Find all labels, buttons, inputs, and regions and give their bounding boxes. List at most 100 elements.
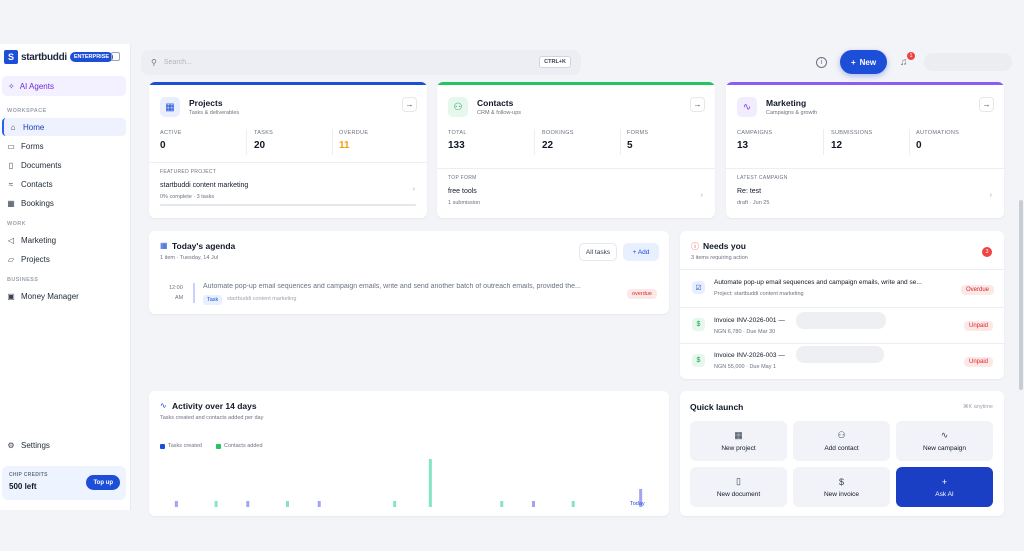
chevron-right-icon[interactable]: › <box>413 186 415 193</box>
today-label: Today <box>630 501 645 507</box>
stat-label: ACTIVE <box>160 130 182 136</box>
new-campaign-button[interactable]: ∿ New campaign <box>896 421 993 461</box>
contacts-icon: ≈ <box>8 179 14 189</box>
add-contact-button[interactable]: ⚇ Add contact <box>793 421 890 461</box>
stat-value: 5 <box>627 140 633 151</box>
sidebar-item-projects[interactable]: ▱ Projects <box>2 250 126 268</box>
quick-launch-label: New project <box>721 445 756 452</box>
stat-label: BOOKINGS <box>542 130 574 136</box>
search-bar[interactable]: ⚲ Search... CTRL+K <box>141 50 581 75</box>
arrow-right-icon[interactable]: → <box>979 97 994 112</box>
divider <box>437 168 715 169</box>
legend-contacts: Contacts added <box>224 443 263 449</box>
dollar-icon: $ <box>692 354 705 367</box>
legend-tasks: Tasks created <box>168 443 202 449</box>
legend-swatch-tasks <box>160 444 165 449</box>
divider <box>909 129 910 155</box>
redacted-client <box>796 312 886 329</box>
ask-ai-button[interactable]: + Ask AI <box>896 467 993 507</box>
quick-launch-card: Quick launch ⌘K anytime ▦ New project ⚇ … <box>680 391 1004 516</box>
stat-value: 0 <box>160 140 166 151</box>
sidebar-item-marketing[interactable]: ◁ Marketing <box>2 231 126 249</box>
logo[interactable]: S startbuddi ENTERPRISE <box>4 50 114 64</box>
latest-campaign-title[interactable]: Re: test <box>737 188 761 195</box>
card-title: Marketing <box>766 98 807 108</box>
calendar-icon: ▦ <box>7 198 15 208</box>
quick-launch-label: New document <box>716 491 761 498</box>
info-icon[interactable]: i <box>816 57 827 68</box>
top-up-button[interactable]: Top up <box>86 475 120 490</box>
all-tasks-button[interactable]: All tasks <box>579 243 617 261</box>
sidebar-item-settings[interactable]: ⚙ Settings <box>2 436 126 454</box>
search-icon: ⚲ <box>151 58 157 67</box>
sidebar: S startbuddi ENTERPRISE ✧ AI Agents WORK… <box>0 44 131 510</box>
sidebar-item-documents[interactable]: ▯ Documents <box>2 156 126 174</box>
megaphone-icon: ◁ <box>7 235 15 245</box>
chart-bar-contacts <box>500 501 504 507</box>
card-title: Projects <box>189 98 223 108</box>
task-project: startbuddi content marketing <box>227 296 297 302</box>
needs-item-sub: NGN 55,000 · Due May 1 <box>714 364 777 370</box>
sidebar-item-contacts[interactable]: ≈ Contacts <box>2 175 126 193</box>
bell-icon[interactable]: ♫ <box>900 57 908 68</box>
sidebar-item-label: Documents <box>21 160 62 170</box>
sidebar-item-label: Bookings <box>21 198 54 208</box>
section-work: WORK <box>7 221 27 227</box>
arrow-right-icon[interactable]: → <box>402 97 417 112</box>
folder-icon: ▱ <box>7 254 15 264</box>
needs-count-badge: 3 <box>982 247 992 257</box>
quick-launch-label: New invoice <box>823 490 860 498</box>
sidebar-item-ai-agents[interactable]: ✧ AI Agents <box>2 76 126 96</box>
needs-item-title[interactable]: Automate pop-up email sequences and camp… <box>714 279 954 286</box>
document-icon: ▯ <box>736 476 741 486</box>
sidebar-item-home[interactable]: ⌂ Home <box>2 118 126 136</box>
tier-badge: ENTERPRISE <box>69 52 114 62</box>
divider <box>534 129 535 155</box>
needs-item-title[interactable]: Invoice INV-2026-001 — <box>714 317 785 324</box>
chevron-right-icon[interactable]: › <box>701 192 703 199</box>
sidebar-item-bookings[interactable]: ▦ Bookings <box>2 194 126 212</box>
sidebar-item-money-manager[interactable]: ▣ Money Manager <box>2 287 126 305</box>
page-scrollbar[interactable] <box>1019 200 1023 390</box>
brand-name: startbuddi <box>21 51 67 63</box>
card-subtitle: Tasks & deliverables <box>189 110 240 116</box>
top-form-title[interactable]: free tools <box>448 188 477 195</box>
needs-item-title[interactable]: Invoice INV-2026-003 — <box>714 352 785 359</box>
sidebar-collapse-icon[interactable] <box>111 52 120 61</box>
user-menu[interactable] <box>924 53 1012 71</box>
plus-icon: + <box>941 476 948 487</box>
sidebar-item-label: Marketing <box>21 235 57 245</box>
chart-bar-contacts <box>286 501 289 507</box>
new-button[interactable]: + New <box>840 50 887 74</box>
task-tag: Task <box>203 295 223 305</box>
add-task-button[interactable]: + Add <box>623 243 659 261</box>
new-project-button[interactable]: ▦ New project <box>690 421 787 461</box>
credits-panel: CHIP CREDITS 500 left Top up <box>2 466 126 500</box>
card-accent <box>726 82 1004 85</box>
legend-swatch-contacts <box>216 444 221 449</box>
needs-item-sub: NGN 6,780 · Due Mar 30 <box>714 329 776 335</box>
quick-launch-label: Add contact <box>824 445 859 452</box>
app: S startbuddi ENTERPRISE ✧ AI Agents WORK… <box>0 0 1024 551</box>
chevron-right-icon[interactable]: › <box>990 192 992 199</box>
new-document-button[interactable]: ▯ New document <box>690 467 787 507</box>
sidebar-item-label: AI Agents <box>19 81 54 91</box>
task-text[interactable]: Automate pop-up email sequences and camp… <box>203 283 619 290</box>
search-input[interactable]: Search... <box>164 59 192 66</box>
featured-project-title[interactable]: startbuddi content marketing <box>160 182 248 189</box>
new-button-label: New <box>859 57 877 67</box>
needs-title: Needs you <box>703 241 746 251</box>
sidebar-item-forms[interactable]: ▭ Forms <box>2 137 126 155</box>
chart-bar-tasks <box>532 501 535 507</box>
plus-icon: + <box>850 57 856 67</box>
status-badge: Unpaid <box>964 357 994 367</box>
card-subtitle: CRM & follow-ups <box>477 110 522 116</box>
chart-bar-contacts <box>428 459 432 507</box>
latest-campaign-meta: draft · Jun 25 <box>737 200 770 206</box>
sidebar-item-label: Projects <box>21 254 50 264</box>
activity-title: Activity over 14 days <box>172 401 257 411</box>
new-invoice-button[interactable]: $ New invoice <box>793 467 890 507</box>
arrow-right-icon[interactable]: → <box>690 97 705 112</box>
activity-icon: ∿ <box>940 430 949 440</box>
stat-value: 12 <box>831 140 843 151</box>
